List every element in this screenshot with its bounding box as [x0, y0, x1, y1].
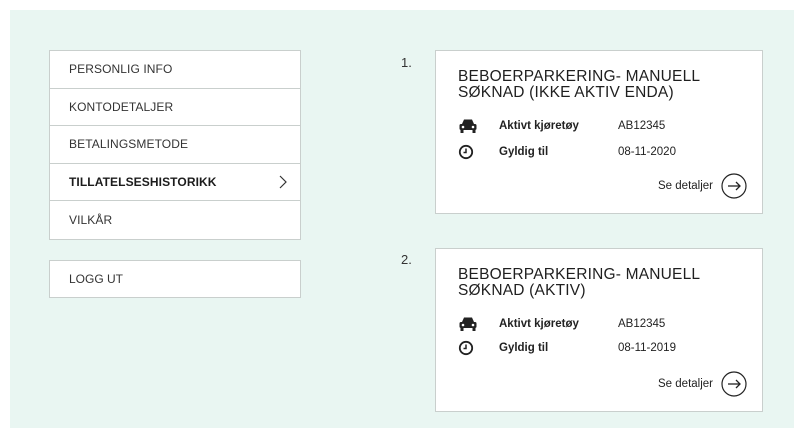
menu-item-label: BETALINGSMETODE [69, 137, 189, 152]
valid-value: 08-11-2020 [618, 146, 676, 158]
menu-item-label: PERSONLIG INFO [69, 62, 173, 77]
clock-icon [458, 144, 480, 160]
vehicle-row: Aktivt kjøretøy AB12345 [458, 117, 665, 135]
valid-label: Gyldig til [499, 146, 549, 158]
valid-row: Gyldig til 08-11-2020 [458, 143, 676, 161]
valid-label: Gyldig til [499, 342, 549, 354]
permit-title: BEBOERPARKERING- MANUELL SØKNAD (IKKE AK… [458, 68, 700, 101]
valid-row: Gyldig til 08-11-2019 [458, 339, 676, 357]
vehicle-value: AB12345 [618, 318, 666, 330]
permit-number: 2. [401, 252, 412, 267]
see-details-label: Se detaljer [658, 180, 713, 192]
see-details-button[interactable]: Se detaljer [658, 173, 747, 199]
clock-icon [458, 340, 480, 356]
permit-title: BEBOERPARKERING- MANUELL SØKNAD (AKTIV) [458, 266, 700, 299]
menu-item-label: TILLATELSESHISTORIKK [69, 174, 217, 189]
menu-item-kontodetaljer[interactable]: KONTODETALJER [50, 89, 300, 126]
permit-number: 1. [401, 55, 412, 70]
valid-value: 08-11-2019 [618, 342, 676, 354]
car-icon [458, 118, 480, 134]
menu-item-personlig-info[interactable]: PERSONLIG INFO [50, 51, 300, 89]
see-details-label: Se detaljer [658, 378, 713, 390]
vehicle-label: Aktivt kjøretøy [499, 318, 579, 330]
chevron-right-icon [279, 175, 287, 189]
menu-item-label: VILKÅR [69, 212, 113, 227]
menu-item-tillatelseshistorikk[interactable]: TILLATELSESHISTORIKK [50, 164, 300, 201]
vehicle-label: Aktivt kjøretøy [499, 120, 579, 132]
see-details-button[interactable]: Se detaljer [658, 371, 747, 397]
logout-label: LOGG UT [69, 272, 124, 286]
account-menu: PERSONLIG INFO KONTODETALJER BETALINGSME… [49, 50, 301, 240]
car-icon [458, 316, 480, 332]
arrow-right-circle-icon [721, 371, 747, 397]
logout-button[interactable]: LOGG UT [49, 260, 301, 298]
menu-item-betalingsmetode[interactable]: BETALINGSMETODE [50, 126, 300, 164]
arrow-right-circle-icon [721, 173, 747, 199]
vehicle-row: Aktivt kjøretøy AB12345 [458, 315, 665, 333]
vehicle-value: AB12345 [618, 120, 666, 132]
menu-item-vilkar[interactable]: VILKÅR [50, 201, 300, 239]
menu-item-label: KONTODETALJER [69, 99, 174, 114]
permit-card: BEBOERPARKERING- MANUELL SØKNAD (IKKE AK… [435, 50, 763, 214]
permit-card: BEBOERPARKERING- MANUELL SØKNAD (AKTIV) … [435, 248, 763, 412]
